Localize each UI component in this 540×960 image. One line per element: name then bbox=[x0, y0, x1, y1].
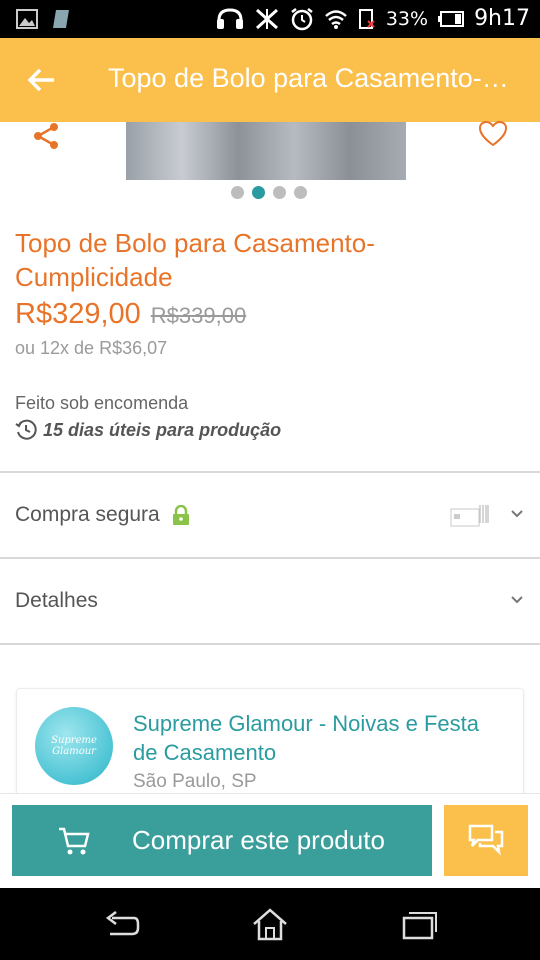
action-bar: Comprar este produto bbox=[0, 793, 540, 888]
battery-icon bbox=[438, 10, 465, 27]
back-nav-icon[interactable] bbox=[102, 906, 142, 942]
chat-bubbles-icon bbox=[468, 824, 504, 856]
image-gallery[interactable] bbox=[0, 120, 540, 202]
app-bar: Topo de Bolo para Casamento-Cumplicidade bbox=[0, 38, 540, 122]
clock: 9h17 bbox=[474, 6, 530, 31]
chat-button[interactable] bbox=[444, 805, 528, 876]
old-price: R$339,00 bbox=[150, 303, 247, 328]
buy-button-label: Comprar este produto bbox=[132, 825, 385, 855]
alarm-icon bbox=[291, 7, 313, 30]
pager-dot[interactable] bbox=[231, 186, 244, 199]
chevron-down-icon[interactable] bbox=[510, 593, 524, 607]
cart-icon bbox=[59, 827, 90, 855]
product-title: Topo de Bolo para Casamento-Cumplicidade bbox=[15, 228, 375, 292]
store-logo-text: Supreme Glamour bbox=[51, 735, 97, 757]
share-icon[interactable] bbox=[32, 122, 60, 150]
mute-icon bbox=[255, 8, 278, 29]
details-label: Detalhes bbox=[15, 589, 98, 613]
sim-card-icon bbox=[53, 10, 69, 28]
pager-dot-active[interactable] bbox=[252, 186, 265, 199]
wifi-icon bbox=[324, 9, 347, 29]
buy-button[interactable]: Comprar este produto bbox=[12, 805, 432, 876]
system-nav-bar bbox=[0, 888, 540, 960]
status-bar: 33% 9h17 bbox=[0, 0, 540, 38]
price-row: R$329,00 R$339,00 bbox=[15, 298, 246, 331]
clock-history-icon bbox=[15, 419, 37, 440]
details-row[interactable]: Detalhes bbox=[0, 559, 540, 643]
store-name[interactable]: Supreme Glamour - Noivas e Festa de Casa… bbox=[133, 709, 503, 767]
pager-dot[interactable] bbox=[273, 186, 286, 199]
store-card[interactable]: Supreme Glamour Supreme Glamour - Noivas… bbox=[16, 688, 524, 808]
store-location: São Paulo, SP bbox=[133, 771, 257, 792]
secure-purchase-row[interactable]: Compra segura bbox=[0, 473, 540, 557]
secure-purchase-label: Compra segura bbox=[15, 503, 190, 527]
lock-icon bbox=[172, 505, 189, 525]
production-time: 15 dias úteis para produção bbox=[15, 419, 281, 441]
chevron-down-icon[interactable] bbox=[510, 507, 524, 521]
store-avatar[interactable]: Supreme Glamour bbox=[35, 707, 113, 785]
pager-dot[interactable] bbox=[294, 186, 307, 199]
details-text: Detalhes bbox=[15, 589, 98, 612]
installments-text: ou 12x de R$36,07 bbox=[15, 338, 168, 358]
secure-purchase-text: Compra segura bbox=[15, 503, 160, 526]
gallery-pager[interactable] bbox=[231, 186, 307, 199]
production-time-text: 15 dias úteis para produção bbox=[43, 419, 282, 440]
divider bbox=[0, 643, 540, 645]
gallery-icon bbox=[16, 9, 38, 29]
headset-icon bbox=[216, 7, 243, 29]
heart-outline-icon[interactable] bbox=[478, 120, 508, 148]
current-price: R$329,00 bbox=[15, 298, 141, 330]
product-photo[interactable] bbox=[126, 122, 406, 180]
battery-percent: 33% bbox=[385, 7, 429, 30]
arrow-left-icon[interactable] bbox=[26, 64, 58, 96]
payment-cards-icon bbox=[450, 505, 489, 527]
page-title: Topo de Bolo para Casamento-Cumplicidade bbox=[108, 63, 523, 93]
made-to-order-text: Feito sob encomenda bbox=[15, 393, 189, 413]
recent-apps-icon[interactable] bbox=[400, 906, 440, 942]
home-nav-icon[interactable] bbox=[250, 906, 290, 942]
sim-no-signal-icon bbox=[358, 8, 375, 29]
